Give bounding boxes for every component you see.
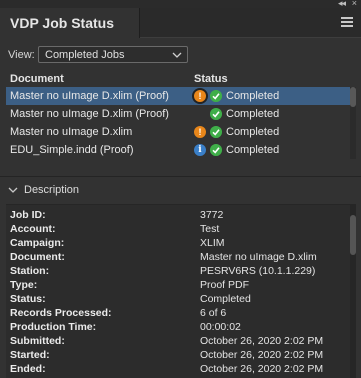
detail-key: Started: — [10, 349, 50, 361]
jobs-scrollbar-thumb[interactable] — [350, 87, 356, 107]
jobs-scrollbar[interactable] — [350, 87, 356, 159]
job-row[interactable]: Master no uImage D.xlim ! Completed — [6, 123, 350, 141]
detail-key: Campaign: — [10, 237, 65, 249]
view-label: View: — [8, 49, 35, 61]
job-status: Completed — [226, 126, 280, 138]
job-status: Completed — [226, 90, 280, 102]
view-dropdown-value: Completed Jobs — [45, 49, 125, 61]
view-dropdown[interactable]: Completed Jobs — [38, 46, 188, 63]
description-section-header[interactable]: Description — [0, 181, 361, 199]
detail-key: Station: — [10, 265, 50, 277]
detail-row: Document: Master no uImage D.xlim — [10, 251, 340, 265]
section-divider — [0, 176, 361, 177]
panel-title: VDP Job Status — [10, 15, 114, 31]
chevron-down-icon — [172, 52, 182, 58]
detail-value: PESRV6RS (10.1.1.229) — [200, 265, 316, 277]
detail-value: October 26, 2020 2:02 PM — [200, 363, 324, 375]
check-circle-icon — [210, 144, 222, 156]
close-panel-icon[interactable]: × — [352, 0, 357, 8]
warning-icon[interactable]: ! — [194, 126, 206, 138]
detail-row: Production Time: 00:00:02 — [10, 321, 340, 335]
detail-key: Production Time: — [10, 321, 97, 333]
detail-row: Ended: October 26, 2020 2:02 PM — [10, 363, 340, 377]
detail-key: Status: — [10, 293, 46, 305]
detail-value: Test — [200, 223, 220, 235]
job-status: Completed — [226, 108, 280, 120]
job-row[interactable]: EDU_Simple.indd (Proof) i Completed — [6, 141, 350, 159]
detail-value: October 26, 2020 2:02 PM — [200, 335, 324, 347]
detail-key: Job ID: — [10, 209, 46, 221]
column-header-status[interactable]: Status — [194, 73, 228, 85]
check-circle-icon — [210, 126, 222, 138]
detail-value: 3772 — [200, 209, 224, 221]
detail-value: 00:00:02 — [200, 321, 241, 333]
job-document: EDU_Simple.indd (Proof) — [10, 144, 134, 156]
detail-key: Document: — [10, 251, 65, 263]
detail-row: Station: PESRV6RS (10.1.1.229) — [10, 265, 340, 279]
description-scrollbar-thumb[interactable] — [350, 215, 356, 255]
check-circle-icon — [210, 90, 222, 102]
detail-key: Submitted: — [10, 335, 65, 347]
detail-row: Type: Proof PDF — [10, 279, 340, 293]
info-icon[interactable]: i — [194, 144, 206, 156]
detail-row: Campaign: XLIM — [10, 237, 340, 251]
detail-row: Job ID: 3772 — [10, 209, 340, 223]
jobs-list: Master no uImage D.xlim (Proof) ! Comple… — [6, 87, 356, 159]
jobs-table-header: Document Status — [0, 71, 361, 87]
chevron-down-icon[interactable] — [8, 185, 18, 195]
warning-icon[interactable]: ! — [194, 90, 206, 102]
detail-key: Account: — [10, 223, 56, 235]
detail-value: XLIM — [200, 237, 225, 249]
job-document: Master no uImage D.xlim — [10, 126, 133, 138]
hamburger-menu-icon[interactable] — [341, 17, 353, 27]
detail-key: Type: — [10, 279, 38, 291]
check-circle-icon — [210, 108, 222, 120]
detail-row: Status: Completed — [10, 293, 340, 307]
job-row[interactable]: Master no uImage D.xlim (Proof) ! Comple… — [6, 87, 350, 105]
panel-tab-bar: VDP Job Status — [0, 8, 361, 38]
description-scrollbar[interactable] — [350, 205, 356, 378]
description-panel: Job ID: 3772 Account: Test Campaign: XLIM D… — [6, 204, 356, 378]
job-status: Completed — [226, 144, 280, 156]
description-title: Description — [24, 184, 80, 196]
detail-row: Started: October 26, 2020 2:02 PM — [10, 349, 340, 363]
panel-tab[interactable]: VDP Job Status — [0, 8, 140, 38]
detail-value: October 26, 2020 2:02 PM — [200, 349, 324, 361]
detail-key: Ended: — [10, 363, 46, 375]
job-document: Master no uImage D.xlim (Proof) — [10, 90, 169, 102]
detail-row: Account: Test — [10, 223, 340, 237]
detail-value: Master no uImage D.xlim — [200, 251, 317, 263]
detail-value: Proof PDF — [200, 279, 250, 291]
column-header-document[interactable]: Document — [10, 73, 64, 85]
detail-row: Records Processed: 6 of 6 — [10, 307, 340, 321]
job-document: Master no uImage D.xlim (Proof) — [10, 108, 169, 120]
panel-top-strip: ◂◂ × — [0, 0, 361, 8]
job-row[interactable]: Master no uImage D.xlim (Proof) Complete… — [6, 105, 350, 123]
detail-value: Completed — [200, 293, 251, 305]
detail-row: Submitted: October 26, 2020 2:02 PM — [10, 335, 340, 349]
detail-key: Records Processed: — [10, 307, 112, 319]
detail-value: 6 of 6 — [200, 307, 227, 319]
